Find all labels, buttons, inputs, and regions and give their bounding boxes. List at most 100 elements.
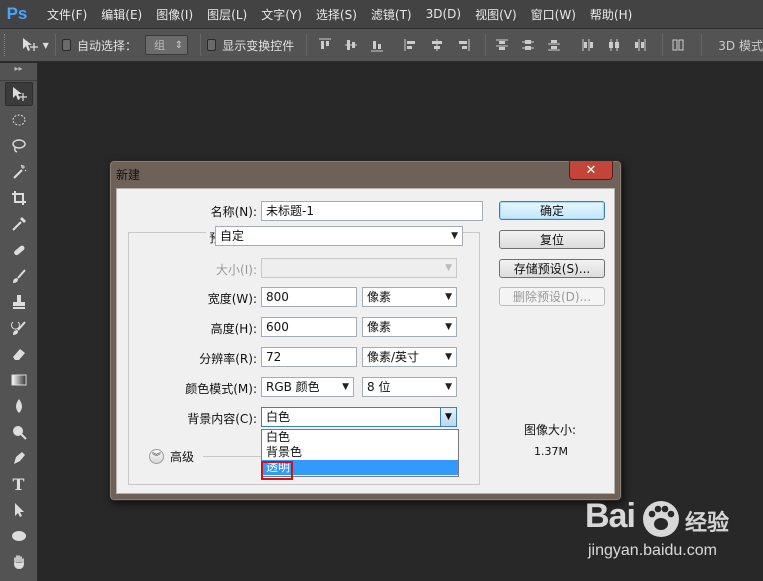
delete-preset-button: 删除预设(D)... bbox=[499, 287, 605, 306]
menu-filter[interactable]: 滤镜(T) bbox=[364, 6, 419, 23]
blur-tool-icon[interactable] bbox=[5, 394, 33, 418]
move-tool-icon[interactable] bbox=[4, 82, 33, 106]
path-selection-tool-icon[interactable] bbox=[5, 498, 33, 522]
bit-depth-value: 8 位 bbox=[367, 380, 391, 394]
pen-tool-icon[interactable] bbox=[5, 446, 33, 470]
advanced-label: 高级 bbox=[170, 450, 195, 464]
menu-bar: Ps 文件(F) 编辑(E) 图像(I) 图层(L) 文字(Y) 选择(S) 滤… bbox=[0, 0, 763, 28]
watermark-logo-text: Bai bbox=[585, 497, 636, 535]
chevron-down-icon: ▼ bbox=[445, 292, 452, 302]
show-transform-checkbox[interactable] bbox=[207, 39, 217, 51]
auto-align-layers-icon[interactable] bbox=[669, 35, 689, 55]
background-value: 白色 bbox=[266, 410, 291, 424]
hand-tool-icon[interactable] bbox=[5, 550, 33, 574]
menu-view[interactable]: 视图(V) bbox=[468, 6, 524, 23]
type-tool-icon[interactable]: T bbox=[5, 472, 33, 496]
align-top-icon[interactable] bbox=[315, 35, 335, 55]
distribute-horizontal-center-icon[interactable] bbox=[604, 35, 624, 55]
divider bbox=[662, 34, 664, 56]
watermark-url: jingyan.baidu.com bbox=[588, 542, 717, 559]
close-button[interactable]: ✕ bbox=[569, 161, 613, 180]
width-field[interactable]: 800 bbox=[261, 287, 357, 307]
height-field[interactable]: 600 bbox=[261, 317, 357, 337]
resolution-unit-select[interactable]: 像素/英寸 ▼ bbox=[362, 347, 457, 367]
distribute-left-icon[interactable] bbox=[578, 35, 598, 55]
align-right-icon[interactable] bbox=[453, 35, 473, 55]
color-mode-label: 颜色模式(M): bbox=[185, 382, 257, 396]
image-size-label: 图像大小: bbox=[524, 423, 577, 437]
align-vertical-center-icon[interactable] bbox=[341, 35, 361, 55]
menu-edit[interactable]: 编辑(E) bbox=[94, 6, 149, 23]
gradient-tool-icon[interactable] bbox=[5, 368, 33, 392]
eyedropper-tool-icon[interactable] bbox=[5, 212, 33, 236]
save-preset-button[interactable]: 存储预设(S)... bbox=[499, 259, 605, 278]
menu-window[interactable]: 窗口(W) bbox=[524, 6, 583, 23]
width-unit-select[interactable]: 像素 ▼ bbox=[362, 287, 457, 307]
height-unit-value: 像素 bbox=[367, 320, 392, 334]
preset-select[interactable]: 自定 ▼ bbox=[215, 226, 463, 246]
resolution-field[interactable]: 72 bbox=[261, 347, 357, 367]
name-field[interactable]: 未标题-1 bbox=[261, 201, 483, 221]
chevron-down-icon: ▼ bbox=[451, 231, 458, 241]
divider bbox=[306, 34, 308, 56]
marquee-tool-icon[interactable] bbox=[5, 108, 33, 132]
ellipse-shape-tool-icon[interactable] bbox=[5, 524, 33, 548]
divider bbox=[701, 34, 703, 56]
tool-preset-picker[interactable]: ▼ bbox=[21, 37, 49, 53]
magic-wand-tool-icon[interactable] bbox=[5, 160, 33, 184]
reset-button[interactable]: 复位 bbox=[499, 230, 605, 249]
distribute-right-icon[interactable] bbox=[630, 35, 650, 55]
divider bbox=[54, 34, 56, 56]
height-label: 高度(H): bbox=[210, 322, 257, 336]
background-label: 背景内容(C): bbox=[187, 412, 257, 426]
new-document-dialog: 新建 ✕ 名称(N): 未标题-1 预设(P): 自定 ▼ 大小(I): ▼ 宽… bbox=[109, 160, 622, 501]
align-horizontal-center-icon[interactable] bbox=[427, 35, 447, 55]
clone-stamp-tool-icon[interactable] bbox=[5, 290, 33, 314]
watermark-cn-text: 经验 bbox=[685, 511, 730, 536]
dodge-tool-icon[interactable] bbox=[5, 420, 33, 444]
chevron-down-icon: ▼ bbox=[445, 263, 452, 273]
menu-image[interactable]: 图像(I) bbox=[149, 6, 200, 23]
auto-select-target-select[interactable]: 组 bbox=[144, 35, 189, 55]
menu-type[interactable]: 文字(Y) bbox=[254, 6, 309, 23]
background-select[interactable]: 白色 ▼ bbox=[261, 407, 457, 427]
advanced-divider bbox=[203, 456, 261, 457]
resolution-unit-value: 像素/英寸 bbox=[367, 350, 420, 364]
align-left-icon[interactable] bbox=[401, 35, 421, 55]
brush-tool-icon[interactable] bbox=[5, 264, 33, 288]
background-option-background-color[interactable]: 背景色 bbox=[262, 445, 458, 460]
name-label: 名称(N): bbox=[210, 205, 257, 219]
distribute-vertical-center-icon[interactable] bbox=[518, 35, 538, 55]
resolution-label: 分辨率(R): bbox=[199, 352, 257, 366]
auto-select-checkbox[interactable] bbox=[61, 39, 71, 51]
menu-help[interactable]: 帮助(H) bbox=[583, 6, 639, 23]
dialog-body: 名称(N): 未标题-1 预设(P): 自定 ▼ 大小(I): ▼ 宽度(W):… bbox=[116, 188, 615, 494]
3d-mode-label: 3D 模式 bbox=[718, 38, 763, 53]
background-option-white[interactable]: 白色 bbox=[262, 430, 458, 445]
distribute-top-icon[interactable] bbox=[492, 35, 512, 55]
ok-button[interactable]: 确定 bbox=[499, 201, 605, 220]
tools-panel-header[interactable]: ▸▸ bbox=[0, 63, 37, 81]
history-brush-tool-icon[interactable] bbox=[5, 316, 33, 340]
menu-layer[interactable]: 图层(L) bbox=[200, 6, 254, 23]
menu-select[interactable]: 选择(S) bbox=[309, 6, 364, 23]
dialog-title: 新建 bbox=[116, 168, 141, 182]
chevron-down-icon[interactable]: ▼ bbox=[440, 407, 457, 427]
menu-3d[interactable]: 3D(D) bbox=[419, 7, 468, 21]
image-size-value: 1.37M bbox=[534, 445, 568, 458]
color-mode-select[interactable]: RGB 颜色 ▼ bbox=[261, 377, 354, 397]
options-bar-grip[interactable] bbox=[4, 34, 9, 56]
divider bbox=[485, 34, 487, 56]
healing-brush-tool-icon[interactable] bbox=[5, 238, 33, 262]
show-transform-label: 显示变换控件 bbox=[222, 38, 295, 53]
menu-file[interactable]: 文件(F) bbox=[40, 6, 94, 23]
eraser-tool-icon[interactable] bbox=[5, 342, 33, 366]
baidu-jingyan-watermark: Bai 经验 jingyan.baidu.com bbox=[585, 497, 755, 577]
distribute-bottom-icon[interactable] bbox=[544, 35, 564, 55]
crop-tool-icon[interactable] bbox=[5, 186, 33, 210]
height-unit-select[interactable]: 像素 ▼ bbox=[362, 317, 457, 337]
align-bottom-icon[interactable] bbox=[367, 35, 387, 55]
advanced-toggle[interactable]: ︾ 高级 bbox=[149, 448, 194, 465]
bit-depth-select[interactable]: 8 位 ▼ bbox=[362, 377, 457, 397]
lasso-tool-icon[interactable] bbox=[5, 134, 33, 158]
